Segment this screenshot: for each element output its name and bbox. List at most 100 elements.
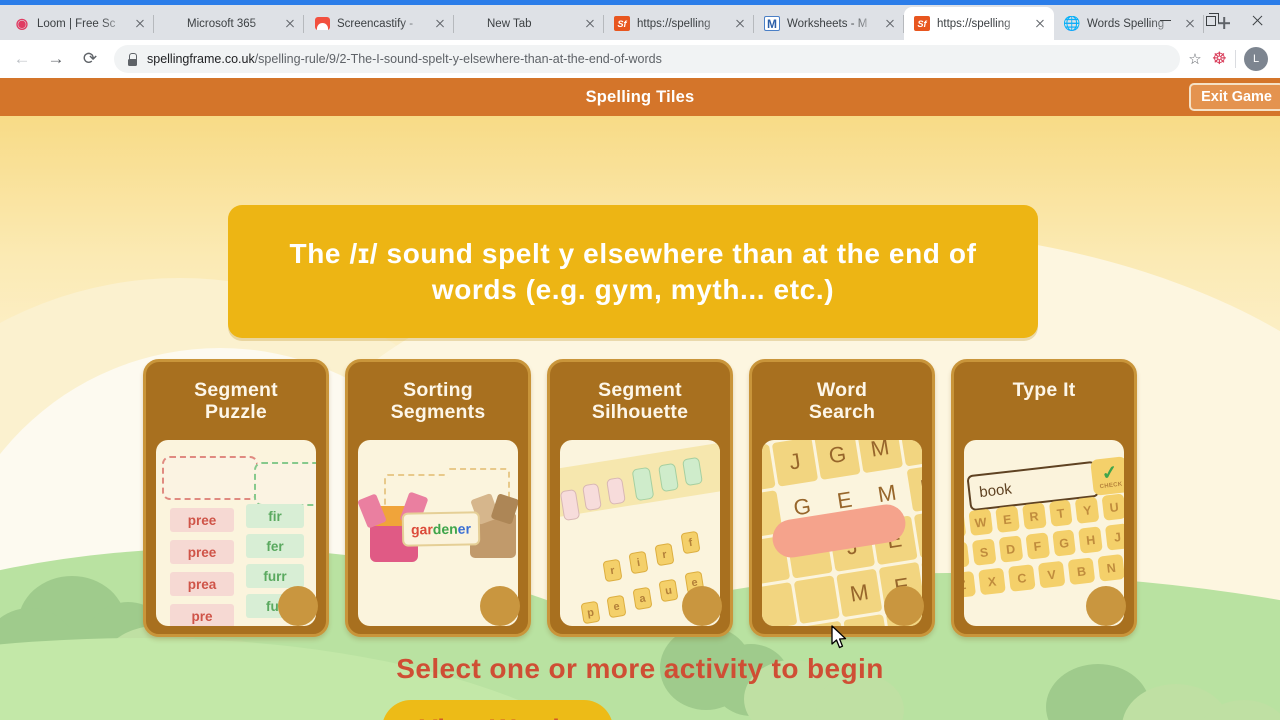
browser-tab[interactable]: ◉ Loom | Free Sc xyxy=(4,7,154,40)
word-search-cell xyxy=(899,440,922,467)
puzzle-tile: fir xyxy=(246,504,304,528)
key: E xyxy=(994,505,1020,533)
card-title-line1: Word xyxy=(816,379,868,401)
puzzle-slot-red xyxy=(162,456,258,500)
tab-close-icon[interactable] xyxy=(732,16,748,32)
browser-tab[interactable]: New Tab xyxy=(454,7,604,40)
browser-tab-active[interactable]: Sf https://spelling xyxy=(904,7,1054,40)
exit-game-button[interactable]: Exit Game xyxy=(1189,83,1280,111)
back-arrow-icon[interactable]: ← xyxy=(8,45,36,73)
tab-title: Loom | Free Sc xyxy=(37,17,116,30)
tab-close-icon[interactable] xyxy=(432,16,448,32)
card-select-knob[interactable] xyxy=(480,586,520,626)
tab-close-icon[interactable] xyxy=(1032,16,1048,32)
puzzle-tile: fer xyxy=(246,534,304,558)
letter-tile: p xyxy=(580,600,601,625)
browser-titlebar: ◉ Loom | Free Sc Microsoft 365 Screencas… xyxy=(0,0,1280,40)
close-window-button[interactable] xyxy=(1234,6,1280,36)
puzzle-tile: prea xyxy=(170,572,234,596)
card-title-line2: Search xyxy=(808,401,876,424)
lock-icon xyxy=(126,52,138,66)
avatar[interactable]: L xyxy=(1244,47,1268,71)
tab-title: Microsoft 365 xyxy=(187,17,257,30)
puzzle-tile: pre xyxy=(170,604,234,626)
browser-tab[interactable]: Sf https://spelling xyxy=(604,7,754,40)
address-bar[interactable]: spellingframe.co.uk/spelling-rule/9/2-Th… xyxy=(114,45,1181,73)
puzzle-tile: pree xyxy=(170,508,234,532)
browser-toolbar: ← → ⟳ spellingframe.co.uk/spelling-rule/… xyxy=(0,40,1280,78)
bookmark-star-icon[interactable]: ☆ xyxy=(1188,50,1201,68)
browser-tab[interactable]: M Worksheets - M xyxy=(754,7,904,40)
activity-card-segment-puzzle[interactable]: Segment Puzzle pree pree prea pre fir fe… xyxy=(143,359,329,637)
tab-strip: ◉ Loom | Free Sc Microsoft 365 Screencas… xyxy=(0,0,1204,40)
puzzle-tile: furr xyxy=(246,564,304,588)
browser-tab[interactable]: 🌐 Words Spelling xyxy=(1054,7,1204,40)
url-path: /spelling-rule/9/2-The-I-sound-spelt-y-e… xyxy=(254,52,662,66)
check-label: CHECK xyxy=(1099,481,1123,490)
tab-close-icon[interactable] xyxy=(132,16,148,32)
card-select-knob[interactable] xyxy=(682,586,722,626)
key: B xyxy=(1067,557,1096,586)
activity-card-sorting-segments[interactable]: Sorting Segments gar den er xyxy=(345,359,531,637)
microsoft-icon xyxy=(164,16,180,32)
key: D xyxy=(998,535,1023,563)
browser-tab[interactable]: Microsoft 365 xyxy=(154,7,304,40)
globe-icon: 🌐 xyxy=(1064,15,1080,32)
card-title: Segment Silhouette xyxy=(584,362,696,436)
key: S xyxy=(971,538,997,566)
card-title: Type It xyxy=(1005,362,1084,436)
activity-card-list: Segment Puzzle pree pree prea pre fir fe… xyxy=(0,359,1280,639)
card-select-knob[interactable] xyxy=(1086,586,1126,626)
puzzle-tile: pree xyxy=(170,540,234,564)
tab-close-icon[interactable] xyxy=(582,16,598,32)
card-select-knob[interactable] xyxy=(884,586,924,626)
key: U xyxy=(1101,493,1124,521)
key: R xyxy=(1021,502,1047,530)
tab-close-icon[interactable] xyxy=(1182,16,1198,32)
letter-tile: f xyxy=(680,530,701,555)
check-button-preview: ✓ CHECK xyxy=(1090,456,1124,496)
card-select-knob[interactable] xyxy=(278,586,318,626)
key: C xyxy=(1007,564,1036,592)
key: F xyxy=(1025,532,1050,560)
key: T xyxy=(1048,499,1073,527)
reload-icon[interactable]: ⟳ xyxy=(76,45,104,73)
toolbar-divider xyxy=(1235,50,1236,68)
spellingframe-icon: Sf xyxy=(614,16,630,31)
word-search-cell xyxy=(793,575,840,625)
forward-arrow-icon[interactable]: → xyxy=(42,45,70,73)
activity-card-type-it[interactable]: Type It book ✓ CHECK Q W E R T Y U xyxy=(951,359,1137,637)
letter-tile: i xyxy=(628,550,649,575)
tab-title: Worksheets - M xyxy=(787,17,868,30)
screencastify-icon xyxy=(314,16,330,32)
activity-card-segment-silhouette[interactable]: Segment Silhouette r i r f p e a u e xyxy=(547,359,733,637)
word-segment-3: er xyxy=(457,520,472,537)
letter-tile: u xyxy=(658,578,679,603)
card-title-line2: Silhouette xyxy=(591,401,689,424)
mouse-cursor xyxy=(831,625,847,649)
key: H xyxy=(1078,526,1104,554)
word-search-cell: M xyxy=(843,614,890,626)
activity-card-word-search[interactable]: Word Search U J G M G E M M xyxy=(749,359,935,637)
word-search-cell: G xyxy=(814,440,861,480)
word-segment-2: den xyxy=(432,520,458,538)
key: Y xyxy=(1075,496,1100,524)
grammarly-icon[interactable]: ☸ xyxy=(1212,49,1227,69)
worksheets-icon: M xyxy=(764,16,780,31)
tab-close-icon[interactable] xyxy=(282,16,298,32)
tab-title: Screencastify - xyxy=(337,17,414,30)
game-page: Spelling Tiles Exit Game The /ɪ/ sound s… xyxy=(0,78,1280,720)
word-search-cell: J xyxy=(771,440,819,487)
browser-tab[interactable]: Screencastify - xyxy=(304,7,454,40)
letter-tile: r xyxy=(602,558,623,583)
tab-close-icon[interactable] xyxy=(882,16,898,32)
url-text: spellingframe.co.uk/spelling-rule/9/2-Th… xyxy=(147,52,662,66)
view-words-button[interactable]: View Words xyxy=(382,700,613,720)
card-title-line1: Sorting xyxy=(403,379,473,401)
tab-title: New Tab xyxy=(487,17,532,30)
word-search-cell xyxy=(762,581,798,626)
letter-tile: r xyxy=(654,542,675,567)
selection-hint: Select one or more activity to begin xyxy=(396,653,884,684)
blank-icon xyxy=(464,16,480,32)
page-title: Spelling Tiles xyxy=(585,87,695,106)
